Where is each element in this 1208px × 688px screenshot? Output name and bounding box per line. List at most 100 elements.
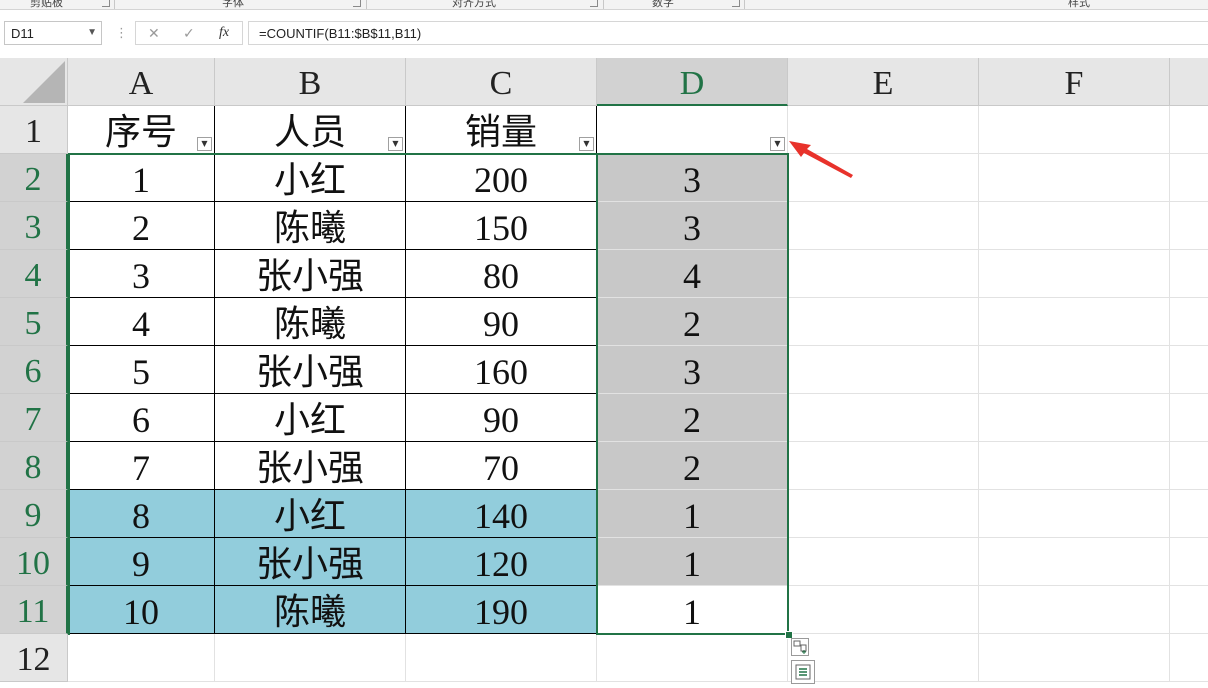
cell-empty[interactable]: [1170, 586, 1208, 634]
cell-b4[interactable]: 张小强: [215, 250, 406, 298]
cell-b9[interactable]: 小红: [215, 490, 406, 538]
cell-c3[interactable]: 150: [406, 202, 597, 250]
row-header-11[interactable]: 11: [0, 586, 68, 634]
cell-d2[interactable]: 3: [597, 154, 788, 202]
row-header-2[interactable]: 2: [0, 154, 68, 202]
cell-empty[interactable]: [979, 490, 1170, 538]
cell-d8[interactable]: 2: [597, 442, 788, 490]
cell-a11[interactable]: 10: [68, 586, 215, 634]
row-header-8[interactable]: 8: [0, 442, 68, 490]
cell-a9[interactable]: 8: [68, 490, 215, 538]
cell-b10[interactable]: 张小强: [215, 538, 406, 586]
cell-empty[interactable]: [1170, 250, 1208, 298]
formula-input[interactable]: =COUNTIF(B11:$B$11,B11): [248, 21, 1208, 45]
cell-empty[interactable]: [1170, 346, 1208, 394]
row-header-3[interactable]: 3: [0, 202, 68, 250]
auto-fill-options-icon[interactable]: [791, 638, 809, 656]
row-header-9[interactable]: 9: [0, 490, 68, 538]
insert-function-icon[interactable]: fx: [219, 25, 229, 41]
cell-d11-active[interactable]: 1: [597, 586, 788, 634]
cell-empty[interactable]: [979, 442, 1170, 490]
dialog-launcher-icon[interactable]: [102, 0, 110, 7]
cell-b2[interactable]: 小红: [215, 154, 406, 202]
cell-d3[interactable]: 3: [597, 202, 788, 250]
cell-empty[interactable]: [1170, 298, 1208, 346]
row-header-6[interactable]: 6: [0, 346, 68, 394]
cell-a10[interactable]: 9: [68, 538, 215, 586]
cell-a8[interactable]: 7: [68, 442, 215, 490]
cell-c10[interactable]: 120: [406, 538, 597, 586]
cell-c4[interactable]: 80: [406, 250, 597, 298]
cell-f1[interactable]: [979, 106, 1170, 154]
cell-empty[interactable]: [788, 298, 979, 346]
cell-b5[interactable]: 陈曦: [215, 298, 406, 346]
cancel-icon[interactable]: ✕: [148, 25, 160, 42]
column-header-g[interactable]: [1170, 58, 1208, 106]
cell-empty[interactable]: [788, 538, 979, 586]
column-header-f[interactable]: F: [979, 58, 1170, 106]
cell-empty[interactable]: [215, 634, 406, 682]
cell-empty[interactable]: [1170, 490, 1208, 538]
cell-c8[interactable]: 70: [406, 442, 597, 490]
select-all-button[interactable]: [0, 58, 68, 106]
cell-d6[interactable]: 3: [597, 346, 788, 394]
column-header-a[interactable]: A: [68, 58, 215, 106]
cell-c9[interactable]: 140: [406, 490, 597, 538]
column-header-d[interactable]: D: [597, 58, 788, 106]
cell-c6[interactable]: 160: [406, 346, 597, 394]
cell-a2[interactable]: 1: [68, 154, 215, 202]
filter-dropdown-icon[interactable]: ▼: [197, 137, 212, 151]
cell-empty[interactable]: [1170, 202, 1208, 250]
cell-a5[interactable]: 4: [68, 298, 215, 346]
header-cell-d[interactable]: ▼: [597, 106, 788, 154]
cell-empty[interactable]: [1170, 154, 1208, 202]
cell-empty[interactable]: [788, 586, 979, 634]
cell-empty[interactable]: [788, 490, 979, 538]
cell-empty[interactable]: [1170, 394, 1208, 442]
cell-d7[interactable]: 2: [597, 394, 788, 442]
cell-empty[interactable]: [788, 442, 979, 490]
header-cell-sales[interactable]: 销量 ▼: [406, 106, 597, 154]
cell-c2[interactable]: 200: [406, 154, 597, 202]
quick-analysis-icon[interactable]: [791, 660, 815, 684]
cell-c11[interactable]: 190: [406, 586, 597, 634]
cell-b11[interactable]: 陈曦: [215, 586, 406, 634]
name-box[interactable]: D11 ▼: [4, 21, 102, 45]
cell-empty[interactable]: [68, 634, 215, 682]
header-cell-person[interactable]: 人员 ▼: [215, 106, 406, 154]
cell-empty[interactable]: [979, 346, 1170, 394]
row-header-1[interactable]: 1: [0, 106, 68, 154]
row-header-12[interactable]: 12: [0, 634, 68, 682]
column-header-c[interactable]: C: [406, 58, 597, 106]
drag-handle-icon[interactable]: ⋮: [115, 25, 128, 41]
cell-empty[interactable]: [979, 538, 1170, 586]
cell-empty[interactable]: [1170, 634, 1208, 682]
cell-empty[interactable]: [597, 634, 788, 682]
cell-empty[interactable]: [979, 202, 1170, 250]
chevron-down-icon[interactable]: ▼: [87, 27, 97, 38]
cell-d10[interactable]: 1: [597, 538, 788, 586]
cell-d9[interactable]: 1: [597, 490, 788, 538]
cell-c5[interactable]: 90: [406, 298, 597, 346]
cell-empty[interactable]: [1170, 442, 1208, 490]
cell-empty[interactable]: [979, 298, 1170, 346]
filter-dropdown-icon[interactable]: ▼: [770, 137, 785, 151]
cell-g1[interactable]: [1170, 106, 1208, 154]
cell-empty[interactable]: [979, 154, 1170, 202]
cell-b3[interactable]: 陈曦: [215, 202, 406, 250]
row-header-5[interactable]: 5: [0, 298, 68, 346]
cell-empty[interactable]: [406, 634, 597, 682]
cell-d5[interactable]: 2: [597, 298, 788, 346]
cell-empty[interactable]: [788, 250, 979, 298]
column-header-b[interactable]: B: [215, 58, 406, 106]
cell-a7[interactable]: 6: [68, 394, 215, 442]
cell-empty[interactable]: [788, 346, 979, 394]
row-header-7[interactable]: 7: [0, 394, 68, 442]
dialog-launcher-icon[interactable]: [353, 0, 361, 7]
filter-dropdown-icon[interactable]: ▼: [388, 137, 403, 151]
header-cell-seq[interactable]: 序号 ▼: [68, 106, 215, 154]
row-header-4[interactable]: 4: [0, 250, 68, 298]
dialog-launcher-icon[interactable]: [732, 0, 740, 7]
row-header-10[interactable]: 10: [0, 538, 68, 586]
cell-empty[interactable]: [979, 586, 1170, 634]
